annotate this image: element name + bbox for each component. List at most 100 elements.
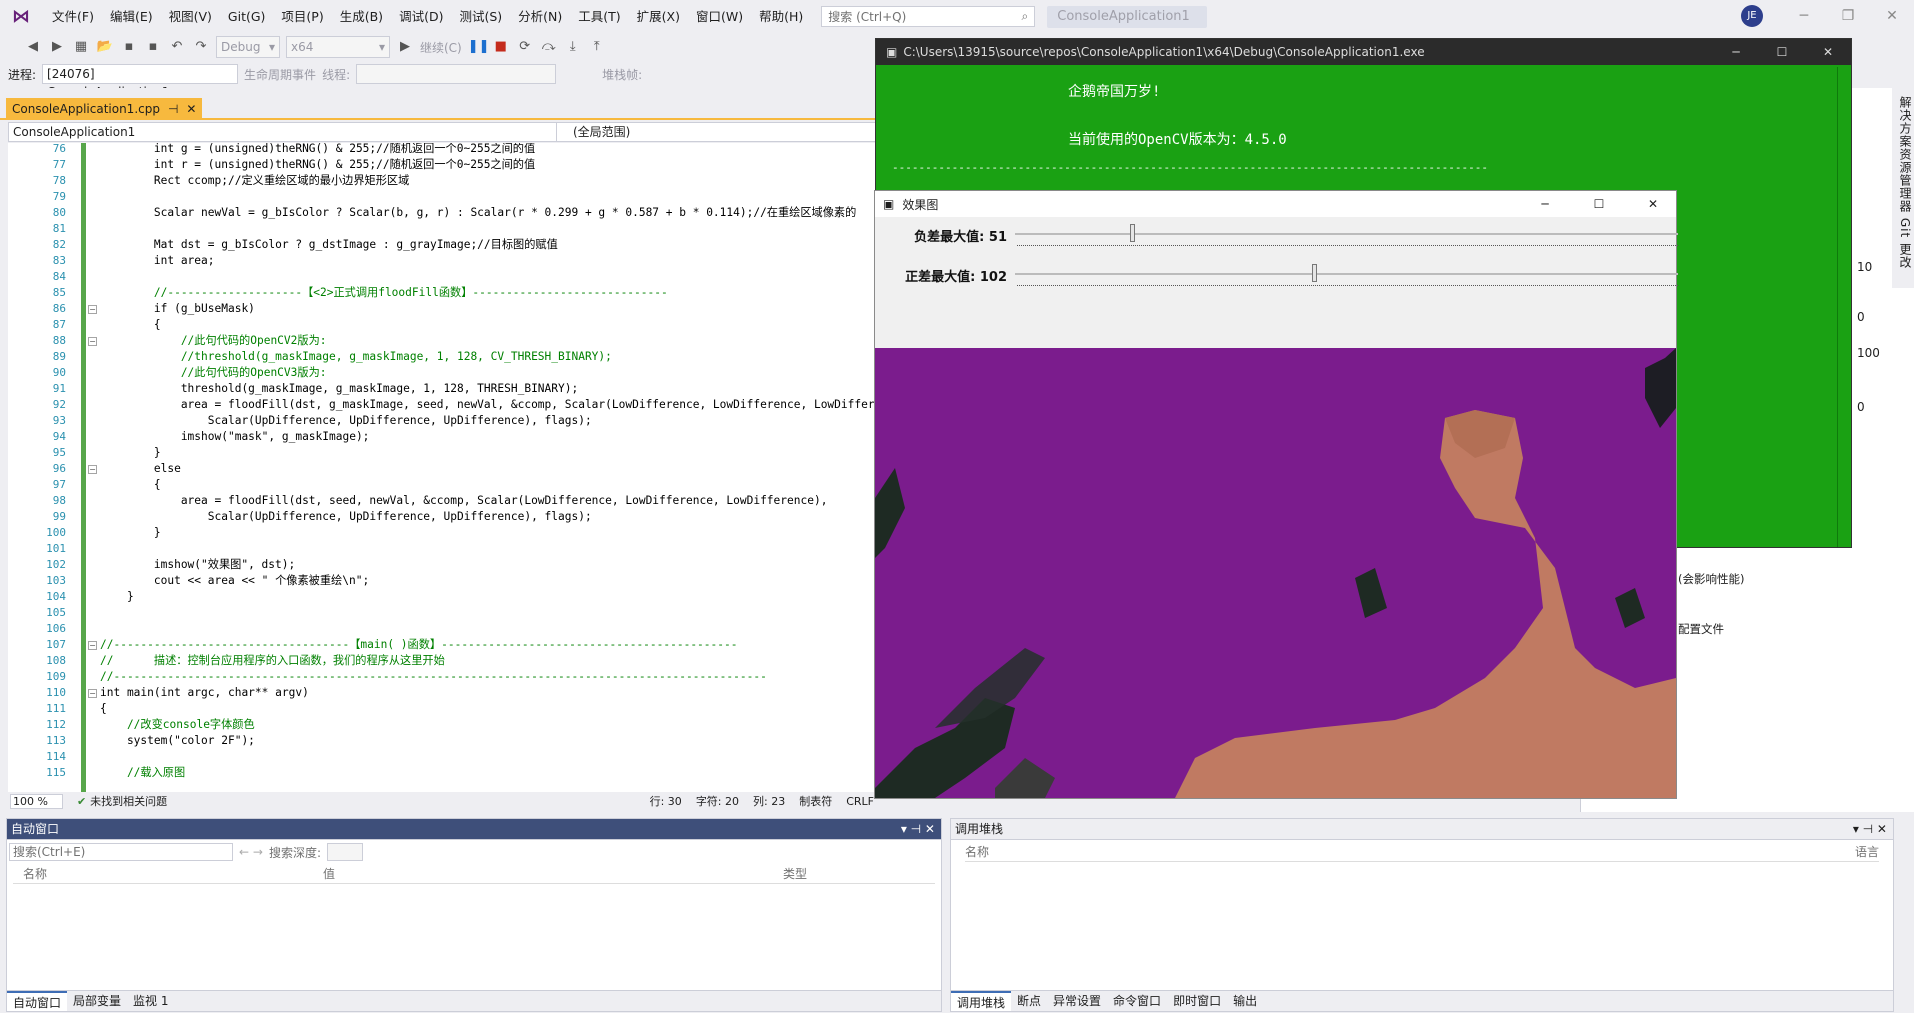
- code-line[interactable]: {: [100, 477, 161, 493]
- negative-diff-thumb[interactable]: [1130, 224, 1136, 242]
- new-project-icon[interactable]: ▦: [72, 38, 90, 56]
- code-line[interactable]: area = floodFill(dst, g_maskImage, seed,…: [100, 397, 875, 413]
- autos-search-input[interactable]: 搜索(Ctrl+E): [9, 843, 233, 861]
- issues-status[interactable]: 未找到相关问题: [90, 793, 167, 809]
- tab-breakpoints[interactable]: 断点: [1011, 991, 1047, 1011]
- tab-watch1[interactable]: 监视 1: [127, 991, 174, 1011]
- code-line[interactable]: cout << area << " 个像素被重绘\n";: [100, 573, 369, 589]
- project-select[interactable]: ConsoleApplication1: [9, 123, 557, 141]
- code-line[interactable]: //此句代码的OpenCV3版为:: [100, 365, 327, 381]
- process-select[interactable]: [24076] ConsoleApplication1.ex: [42, 64, 239, 99]
- menu-view[interactable]: 视图(V): [161, 0, 220, 33]
- code-line[interactable]: //改变console字体颜色: [100, 717, 255, 733]
- positive-diff-thumb[interactable]: [1312, 264, 1318, 282]
- step-over-icon[interactable]: ⤼: [540, 38, 558, 56]
- solution-explorer-vertical-tab[interactable]: 解决方案资源管理器 Git 更改: [1892, 88, 1914, 288]
- back-icon[interactable]: ◀: [24, 38, 42, 56]
- console-scrollbar[interactable]: [1837, 67, 1849, 547]
- code-line[interactable]: //--------------------【<2>正式调用floodFill函…: [100, 285, 668, 301]
- close-icon[interactable]: ✕: [1870, 0, 1914, 33]
- redo-icon[interactable]: ↷: [192, 38, 210, 56]
- collapse-toggle-icon[interactable]: −: [88, 305, 97, 314]
- collapse-toggle-icon[interactable]: −: [88, 465, 97, 474]
- effect-minimize-icon[interactable]: ─: [1522, 197, 1568, 211]
- code-line[interactable]: int main(int argc, char** argv): [100, 685, 309, 701]
- code-line[interactable]: //threshold(g_maskImage, g_maskImage, 1,…: [100, 349, 612, 365]
- minimize-icon[interactable]: ─: [1782, 0, 1826, 33]
- nav-arrows-icon[interactable]: ← →: [239, 845, 263, 859]
- menu-edit[interactable]: 编辑(E): [102, 0, 161, 33]
- avatar[interactable]: JE: [1741, 5, 1763, 27]
- search-depth-select[interactable]: [326, 843, 363, 861]
- code-line[interactable]: {: [100, 317, 161, 333]
- code-line[interactable]: Rect ccomp;//定义重绘区域的最小边界矩形区域: [100, 173, 409, 189]
- save-icon[interactable]: ▪: [120, 38, 138, 56]
- code-line[interactable]: int g = (unsigned)theRNG() & 255;//随机返回一…: [100, 143, 535, 157]
- code-line[interactable]: //-----------------------------------【ma…: [100, 637, 737, 653]
- maximize-icon[interactable]: ❐: [1826, 0, 1870, 33]
- console-close-icon[interactable]: ✕: [1805, 39, 1851, 65]
- negative-diff-track[interactable]: [1015, 233, 1678, 235]
- positive-diff-trackbar[interactable]: 正差最大值: 102: [875, 259, 1678, 289]
- save-all-icon[interactable]: ▪: [144, 38, 162, 56]
- configuration-select[interactable]: Debug ▾: [216, 36, 280, 58]
- collapse-toggle-icon[interactable]: −: [88, 641, 97, 650]
- col-name[interactable]: 名称: [13, 864, 323, 883]
- close-tab-icon[interactable]: ✕: [186, 102, 196, 116]
- menu-debug[interactable]: 调试(D): [391, 0, 451, 33]
- menu-build[interactable]: 生成(B): [332, 0, 391, 33]
- code-line[interactable]: area = floodFill(dst, seed, newVal, &cco…: [100, 493, 828, 509]
- menu-help[interactable]: 帮助(H): [751, 0, 811, 33]
- tab-locals[interactable]: 局部变量: [67, 991, 127, 1011]
- code-editor[interactable]: 76 77 78 79 80 81 82 83 84 85 86 87 88 89 90 91 92 93 94 95…: [8, 143, 880, 792]
- col-value[interactable]: 值: [323, 864, 783, 883]
- config-file-item[interactable]: 配置文件: [1678, 621, 1724, 637]
- menu-project[interactable]: 项目(P): [273, 0, 331, 33]
- pause-icon[interactable]: ❚❚: [468, 38, 490, 56]
- step-into-icon[interactable]: ⤓: [564, 38, 582, 56]
- panel-controls-icon[interactable]: ▾ ⊣ ✕: [1853, 819, 1887, 839]
- col-type[interactable]: 类型: [783, 864, 807, 883]
- code-line[interactable]: Mat dst = g_bIsColor ? g_dstImage : g_gr…: [100, 237, 558, 253]
- code-line[interactable]: }: [100, 525, 161, 541]
- menu-file[interactable]: 文件(F): [44, 0, 102, 33]
- search-input[interactable]: 搜索 (Ctrl+Q) ⌕: [821, 6, 1036, 27]
- forward-icon[interactable]: ▶: [48, 38, 66, 56]
- code-line[interactable]: int area;: [100, 253, 215, 269]
- step-out-icon[interactable]: ⤒: [588, 38, 606, 56]
- menu-analyze[interactable]: 分析(N): [510, 0, 570, 33]
- col-name[interactable]: 名称: [965, 842, 989, 861]
- code-line[interactable]: threshold(g_maskImage, g_maskImage, 1, 1…: [100, 381, 578, 397]
- console-maximize-icon[interactable]: ☐: [1759, 39, 1805, 65]
- col-language[interactable]: 语言: [1855, 842, 1879, 861]
- indent-mode[interactable]: 制表符: [799, 793, 832, 809]
- negative-diff-trackbar[interactable]: 负差最大值: 51: [875, 219, 1678, 249]
- zoom-level[interactable]: 100 %: [10, 793, 63, 809]
- effect-close-icon[interactable]: ✕: [1630, 197, 1676, 211]
- code-line[interactable]: imshow("mask", g_maskImage);: [100, 429, 370, 445]
- effect-window[interactable]: ▣ 效果图 ─ ☐ ✕ 负差最大值: 51 正差最大值: 102: [874, 190, 1678, 799]
- console-minimize-icon[interactable]: ─: [1713, 39, 1759, 65]
- code-line[interactable]: }: [100, 589, 134, 605]
- flood-fill-result-image[interactable]: [875, 348, 1676, 798]
- scope-select[interactable]: (全局范围): [557, 123, 857, 141]
- code-line[interactable]: // 描述：控制台应用程序的入口函数，我们的程序从这里开始: [100, 653, 445, 669]
- code-line[interactable]: //此句代码的OpenCV2版为:: [100, 333, 327, 349]
- code-line[interactable]: }: [100, 445, 161, 461]
- stop-icon[interactable]: ■: [492, 38, 510, 56]
- menu-git[interactable]: Git(G): [220, 0, 274, 33]
- positive-diff-track[interactable]: [1015, 273, 1678, 275]
- collapse-toggle-icon[interactable]: −: [88, 337, 97, 346]
- code-line[interactable]: Scalar(UpDifference, UpDifference, UpDif…: [100, 413, 592, 429]
- pin-icon[interactable]: ⊣: [168, 102, 178, 116]
- panel-controls-icon[interactable]: ▾ ⊣ ✕: [901, 819, 935, 839]
- menu-extensions[interactable]: 扩展(X): [629, 0, 688, 33]
- tab-consoleapplication1-cpp[interactable]: ConsoleApplication1.cpp ⊣ ✕: [6, 98, 203, 120]
- menu-tools[interactable]: 工具(T): [570, 0, 628, 33]
- effect-maximize-icon[interactable]: ☐: [1576, 197, 1622, 211]
- continue-icon[interactable]: ▶: [396, 38, 414, 56]
- tab-immediate-window[interactable]: 即时窗口: [1167, 991, 1227, 1011]
- code-line[interactable]: {: [100, 701, 107, 717]
- tab-exception-settings[interactable]: 异常设置: [1047, 991, 1107, 1011]
- code-line[interactable]: else: [100, 461, 181, 477]
